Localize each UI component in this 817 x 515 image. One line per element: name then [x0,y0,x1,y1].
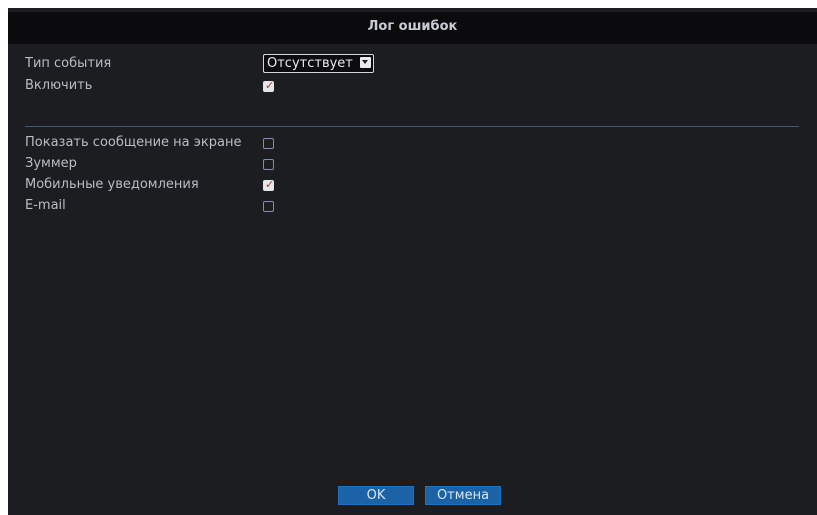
event-type-value: Отсутствует [267,56,353,71]
action-label-screen: Показать сообщение на экране [25,135,242,150]
enable-label: Включить [25,78,93,93]
action-checkbox-screen[interactable] [263,138,274,149]
chevron-down-icon [360,57,371,68]
action-label-mobile: Мобильные уведомления [25,177,199,192]
event-type-label: Тип события [25,56,112,71]
section-divider [25,126,799,127]
checkmark-icon: ✓ [265,79,275,92]
action-checkbox-buzzer[interactable] [263,159,274,170]
action-label-buzzer: Зуммер [25,156,77,171]
action-label-email: E-mail [25,198,66,213]
checkmark-icon: ✓ [265,178,275,191]
dialog-title: Лог ошибок [367,19,458,34]
title-bar: Лог ошибок [8,12,817,44]
error-log-dialog: Лог ошибок Тип события Отсутствует Включ… [8,8,817,515]
event-type-select[interactable]: Отсутствует [263,54,374,73]
cancel-button[interactable]: Отмена [425,486,501,505]
action-checkbox-mobile[interactable]: ✓ [263,178,275,191]
action-checkbox-email[interactable] [263,201,274,212]
enable-checkbox[interactable]: ✓ [263,79,275,92]
ok-button[interactable]: OK [338,486,414,505]
